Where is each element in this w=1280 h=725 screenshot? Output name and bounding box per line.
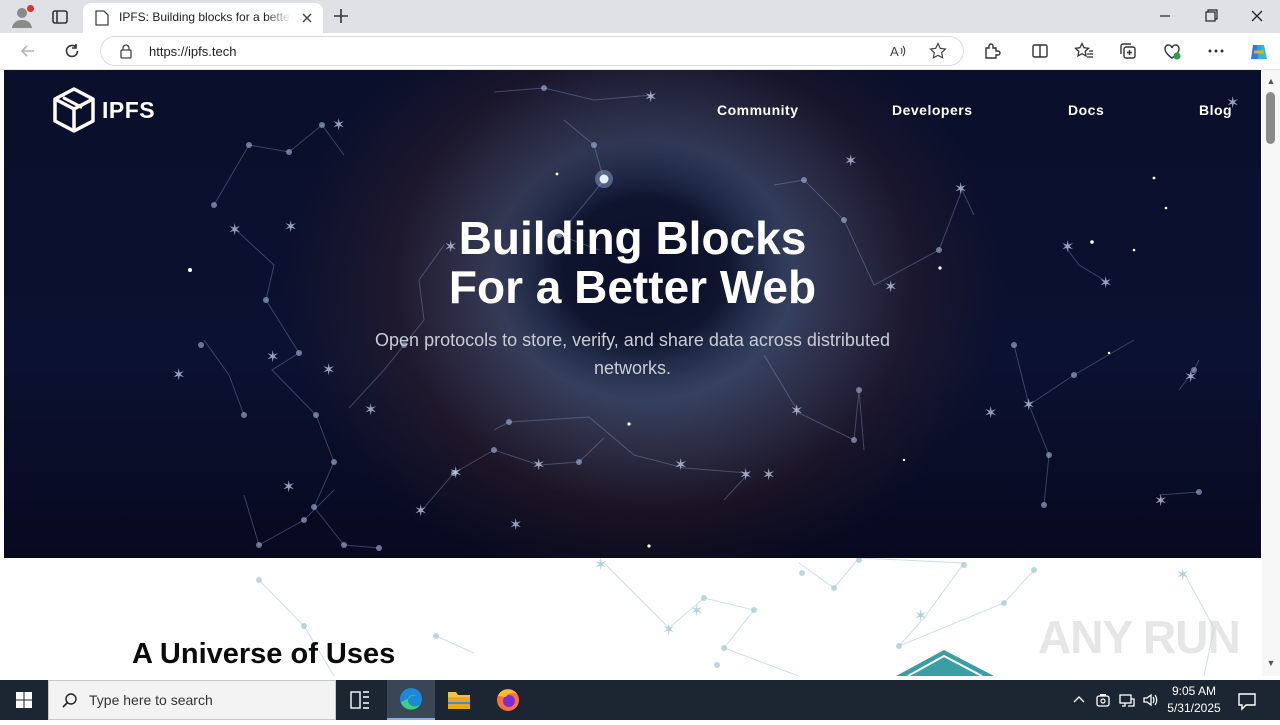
- folder-icon: [448, 692, 470, 709]
- restore-icon[interactable]: [1200, 6, 1222, 26]
- refresh-icon[interactable]: [62, 41, 82, 61]
- nav-developers[interactable]: Developers: [892, 102, 972, 118]
- svg-text:A: A: [890, 44, 899, 59]
- show-hidden-icons-icon[interactable]: [1070, 691, 1088, 709]
- read-aloud-icon[interactable]: A: [889, 42, 907, 60]
- nav-blog[interactable]: Blog: [1199, 102, 1232, 118]
- svg-text:✶: ✶: [282, 477, 295, 496]
- edge-icon: [400, 688, 422, 710]
- nav-docs[interactable]: Docs: [1068, 102, 1104, 118]
- extensions-icon[interactable]: [982, 41, 1002, 61]
- svg-text:✶: ✶: [762, 465, 775, 484]
- svg-text:✶: ✶: [690, 601, 703, 620]
- close-tab-icon[interactable]: [299, 10, 315, 26]
- hero-title-line1: Building Blocks: [458, 212, 807, 264]
- windows-taskbar: Type here to search 9:05 AM 5/31/2025: [0, 680, 1280, 720]
- ipfs-cube-icon: [53, 87, 95, 133]
- meet-now-icon[interactable]: [1094, 691, 1112, 709]
- browser-essentials-icon[interactable]: [1162, 41, 1182, 61]
- back-icon[interactable]: [18, 41, 38, 61]
- address-toolbar: https://ipfs.tech A: [0, 33, 1280, 70]
- teal-shape: [896, 650, 994, 676]
- minimize-icon[interactable]: [1154, 6, 1176, 26]
- copilot-icon[interactable]: [1248, 41, 1268, 61]
- close-window-icon[interactable]: [1246, 6, 1268, 26]
- windows-logo-icon: [16, 692, 32, 708]
- svg-text:✶: ✶: [1184, 367, 1197, 386]
- hero-subtitle: Open protocols to store, verify, and sha…: [375, 330, 890, 378]
- svg-text:✶: ✶: [364, 400, 377, 419]
- taskbar-file-explorer[interactable]: [435, 680, 483, 720]
- logo-text: IPFS: [102, 96, 156, 123]
- task-view-icon: [350, 691, 369, 709]
- svg-text:✶: ✶: [1022, 395, 1035, 414]
- address-bar[interactable]: https://ipfs.tech A: [100, 36, 964, 66]
- tab-bar: IPFS: Building blocks for a better web: [0, 0, 1280, 33]
- svg-text:✶: ✶: [266, 347, 279, 366]
- profile-icon[interactable]: [10, 5, 34, 29]
- svg-text:✶: ✶: [844, 151, 857, 170]
- more-menu-icon[interactable]: [1206, 41, 1226, 61]
- svg-text:✶: ✶: [1154, 491, 1167, 510]
- scroll-thumb[interactable]: [1266, 92, 1275, 144]
- start-button[interactable]: [0, 680, 48, 720]
- task-view-button[interactable]: [336, 680, 384, 720]
- nav-community[interactable]: Community: [717, 102, 799, 118]
- favorites-icon[interactable]: [1074, 41, 1094, 61]
- volume-icon[interactable]: [1142, 691, 1160, 709]
- page-viewport: ✶ ✶ ✶ ✶ ✶ ✶ ✶ ✶ ✶ ✶ ✶ ✶ ✶ ✶ ✶ ✶ ✶ ✶ ✶ ✶ ✶ ✶ ✶ ✶ ✶ ✶ ✶ ✶: [4, 70, 1262, 676]
- url-text[interactable]: https://ipfs.tech: [149, 44, 236, 59]
- page-icon: [95, 10, 109, 26]
- page-scrollbar[interactable]: ▲ ▼: [1262, 70, 1280, 676]
- svg-text:✶: ✶: [644, 87, 657, 106]
- hero-title-line2: For a Better Web: [448, 261, 817, 313]
- lock-icon[interactable]: [119, 43, 133, 59]
- svg-text:✶: ✶: [674, 455, 687, 474]
- favorite-star-icon[interactable]: [929, 42, 947, 60]
- network-icon[interactable]: [1118, 691, 1136, 709]
- svg-text:✶: ✶: [332, 115, 345, 134]
- svg-text:✶: ✶: [1176, 565, 1189, 584]
- firefox-icon: [497, 689, 519, 711]
- svg-text:✶: ✶: [914, 606, 927, 625]
- system-clock[interactable]: 9:05 AM 5/31/2025: [1160, 683, 1228, 717]
- svg-text:✶: ✶: [662, 620, 675, 639]
- svg-text:✶: ✶: [594, 558, 607, 574]
- notification-dot: [27, 5, 34, 12]
- svg-text:✶: ✶: [414, 501, 427, 520]
- scroll-down-icon[interactable]: ▼: [1266, 658, 1276, 668]
- taskbar-search-box[interactable]: Type here to search: [48, 680, 336, 720]
- tab-actions-icon[interactable]: [50, 7, 70, 27]
- new-tab-icon[interactable]: [331, 6, 351, 26]
- active-tab[interactable]: IPFS: Building blocks for a better web: [83, 3, 323, 33]
- hero-section: ✶ ✶ ✶ ✶ ✶ ✶ ✶ ✶ ✶ ✶ ✶ ✶ ✶ ✶ ✶ ✶ ✶ ✶ ✶ ✶ ✶ ✶ ✶ ✶ ✶ ✶ ✶ ✶: [4, 70, 1261, 558]
- clock-date: 5/31/2025: [1167, 701, 1221, 715]
- svg-text:✶: ✶: [984, 403, 997, 422]
- svg-text:✶: ✶: [739, 465, 752, 484]
- svg-text:✶: ✶: [790, 401, 803, 420]
- svg-text:✶: ✶: [449, 463, 462, 482]
- split-screen-icon[interactable]: [1030, 41, 1050, 61]
- scroll-up-icon[interactable]: ▲: [1266, 76, 1276, 86]
- constellation-background: ✶ ✶✶✶ ✶✶✶✶ ✶✶✶✶ ✶✶✶✶ ✶✶✶✶ ✶✶✶✶ ✶✶✶✶: [172, 85, 1239, 551]
- anyrun-watermark: ANY RUN: [1038, 611, 1241, 663]
- svg-text:✶: ✶: [172, 365, 185, 384]
- tab-title: IPFS: Building blocks for a better web: [119, 10, 291, 24]
- svg-text:✶: ✶: [532, 455, 545, 474]
- clock-time: 9:05 AM: [1171, 684, 1217, 698]
- section-title: A Universe of Uses: [132, 638, 396, 670]
- search-placeholder: Type here to search: [89, 692, 213, 708]
- taskbar-edge[interactable]: [387, 680, 435, 720]
- hero-title: Building Blocks For a Better Web: [4, 214, 1261, 312]
- svg-text:✶: ✶: [954, 179, 967, 198]
- collections-icon[interactable]: [1118, 41, 1138, 61]
- svg-text:✶: ✶: [509, 515, 522, 534]
- search-icon: [61, 692, 79, 710]
- taskbar-firefox[interactable]: [484, 680, 532, 720]
- ipfs-logo[interactable]: IPFS: [52, 86, 155, 134]
- notification-center-icon[interactable]: [1236, 690, 1258, 712]
- svg-text:✶: ✶: [322, 360, 335, 379]
